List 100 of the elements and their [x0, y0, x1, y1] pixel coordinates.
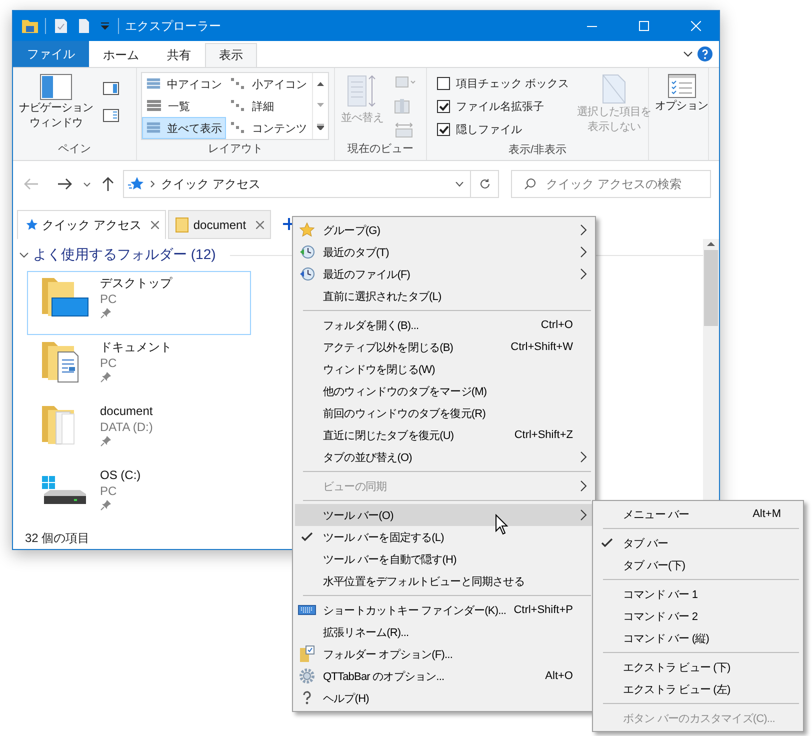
recent-locations-button[interactable] [81, 180, 93, 188]
checkbox[interactable] [437, 100, 450, 113]
menu-item[interactable]: ヘルプ(H) [295, 687, 593, 709]
menu-item-label: ツール バー(O) [322, 508, 394, 522]
question-icon [301, 690, 313, 706]
menu-item[interactable]: コマンド バー 1 [595, 583, 801, 605]
shortcut-text: Alt+M [752, 508, 781, 520]
keyboard-icon [298, 605, 316, 615]
menu-item[interactable]: 水平位置をデフォルトビューと同期させる [295, 570, 593, 592]
search-field[interactable]: クイック アクセスの検索 [544, 176, 704, 192]
folder-location: PC [100, 355, 118, 371]
scroll-down-icon [317, 102, 324, 107]
hidden-file-icon [602, 74, 626, 104]
scroll-up-icon[interactable] [707, 241, 715, 246]
menu-item[interactable]: 直近に閉じたタブを復元(U) Ctrl+Shift+Z [295, 424, 593, 446]
layout-option[interactable]: 並べて表示 [142, 117, 226, 139]
address-field[interactable]: クイック アクセス [123, 170, 499, 198]
menu-item[interactable]: 直前に選択されたタブ(L) [295, 285, 593, 307]
menu-item-label: コマンド バー (縦) [622, 632, 710, 646]
shortcut-text: Ctrl+Shift+Z [513, 429, 573, 441]
menu-item[interactable]: グループ(G) [295, 219, 593, 241]
pin-icon [100, 499, 112, 511]
options-icon [668, 74, 696, 98]
menu-item-label: ツール バーを自動で隠す(H) [322, 552, 458, 566]
view-layout-icon [230, 77, 246, 91]
menu-item-label: 他のウィンドウのタブをマージ(M) [322, 384, 488, 398]
ribbon-tab[interactable]: 表示 [205, 43, 257, 67]
checkbox[interactable] [437, 77, 450, 90]
gear-icon [299, 668, 315, 684]
menu-item[interactable]: アクティブ以外を閉じる(B) Ctrl+Shift+W [295, 336, 593, 358]
folder-tab[interactable]: クイック アクセス [17, 210, 166, 239]
menu-item[interactable]: 最近のタブ(T) [295, 241, 593, 263]
menu-item-label: ツール バーを固定する(L) [322, 530, 445, 544]
menu-item[interactable]: ツール バーを自動で隠す(H) [295, 548, 593, 570]
menu-item[interactable]: フォルダを開く(B)... Ctrl+O [295, 314, 593, 336]
mouse-cursor [495, 514, 509, 536]
menu-item[interactable]: コマンド バー 2 [595, 605, 801, 627]
layout-option[interactable]: 一覧 [142, 95, 226, 117]
scrollbar-thumb[interactable] [704, 250, 718, 326]
menu-item[interactable]: メニュー バー Alt+M [595, 503, 801, 525]
folder-settings-icon [299, 645, 315, 663]
menu-item[interactable]: 最近のファイル(F) [295, 263, 593, 285]
chevron-down-icon [455, 182, 464, 186]
menu-item-label: ヘルプ(H) [322, 692, 370, 706]
pin-icon [100, 371, 112, 383]
shortcut-text: Ctrl+Shift+W [510, 341, 573, 353]
options-button[interactable]: オプション [653, 72, 710, 115]
ribbon-tab[interactable]: ファイル [13, 41, 89, 67]
folder-tile[interactable]: デスクトップ PC [27, 271, 251, 335]
menu-item[interactable]: ウィンドウを閉じる(W) [295, 358, 593, 380]
pin-icon [100, 307, 112, 319]
preview-pane-icon[interactable] [101, 80, 122, 97]
menu-item-label: メニュー バー [622, 508, 690, 522]
layout-option[interactable]: 中アイコン [142, 73, 226, 95]
navigation-pane-button[interactable]: ナビゲーション ウィンドウ [17, 72, 96, 132]
clock-icon [299, 244, 315, 260]
menu-item[interactable]: フォルダー オプション(F)... [295, 643, 593, 665]
star-icon [128, 176, 144, 192]
menu-item[interactable]: 前回のウィンドウのタブを復元(R) [295, 402, 593, 424]
details-pane-icon[interactable] [101, 107, 122, 124]
menu-item[interactable]: ショートカットキー ファインダー(K)... Ctrl+Shift+P [295, 599, 593, 621]
menu-item[interactable]: エクストラ ビュー (下) [595, 656, 801, 678]
menu-item-label: アクティブ以外を閉じる(B) [322, 340, 454, 354]
menu-item[interactable]: QTTabBar のオプション... Alt+O [295, 665, 593, 687]
folder-tile[interactable]: document DATA (D:) [27, 399, 251, 463]
search-box[interactable]: クイック アクセスの検索 [511, 170, 711, 198]
close-tab-icon[interactable] [151, 221, 160, 229]
folder-name: OS (C:) [100, 467, 141, 483]
menu-item[interactable]: タブの並び替え(O) [295, 446, 593, 468]
menu-item[interactable]: ツール バー(O) [295, 504, 593, 526]
folder-location: DATA (D:) [100, 419, 153, 435]
help-icon[interactable] [695, 44, 715, 64]
menu-item-label: ショートカットキー ファインダー(K)... [322, 604, 508, 618]
close-tab-icon[interactable] [256, 220, 264, 228]
folder-tile[interactable]: ドキュメント PC [27, 335, 251, 399]
menu-item[interactable]: コマンド バー (縦) [595, 627, 801, 649]
menu-item-label: 最近のタブ(T) [322, 246, 390, 260]
folder-tab[interactable]: document [168, 210, 272, 239]
menu-item[interactable]: タブ バー(下) [595, 554, 801, 576]
view-layout-icon [230, 121, 246, 135]
menu-item[interactable]: タブ バー [595, 532, 801, 554]
menu-item-label: 最近のファイル(F) [322, 268, 412, 282]
menu-item[interactable]: 他のウィンドウのタブをマージ(M) [295, 380, 593, 402]
layout-option[interactable]: 詳細 [226, 95, 312, 117]
new-file-icon[interactable] [76, 16, 92, 36]
group-label: ペイン [57, 142, 92, 157]
menu-item-label: コマンド バー 1 [622, 588, 699, 602]
checkbox[interactable] [437, 123, 450, 136]
chevron-down-icon[interactable] [681, 49, 695, 59]
caret-icon[interactable] [98, 20, 112, 32]
properties-icon[interactable] [52, 16, 70, 36]
folder-tile[interactable]: OS (C:) PC [27, 463, 251, 527]
layout-option[interactable]: コンテンツ [226, 117, 312, 139]
menu-item[interactable]: ツール バーを固定する(L) [295, 526, 593, 548]
folder-location: PC [100, 291, 118, 307]
scroll-up-icon [317, 82, 324, 86]
menu-item[interactable]: エクストラ ビュー (左) [595, 678, 801, 700]
menu-item-label: 水平位置をデフォルトビューと同期させる [322, 574, 526, 588]
menu-item[interactable]: 拡張リネーム(R)... [295, 621, 593, 643]
layout-option[interactable]: 小アイコン [226, 73, 312, 95]
